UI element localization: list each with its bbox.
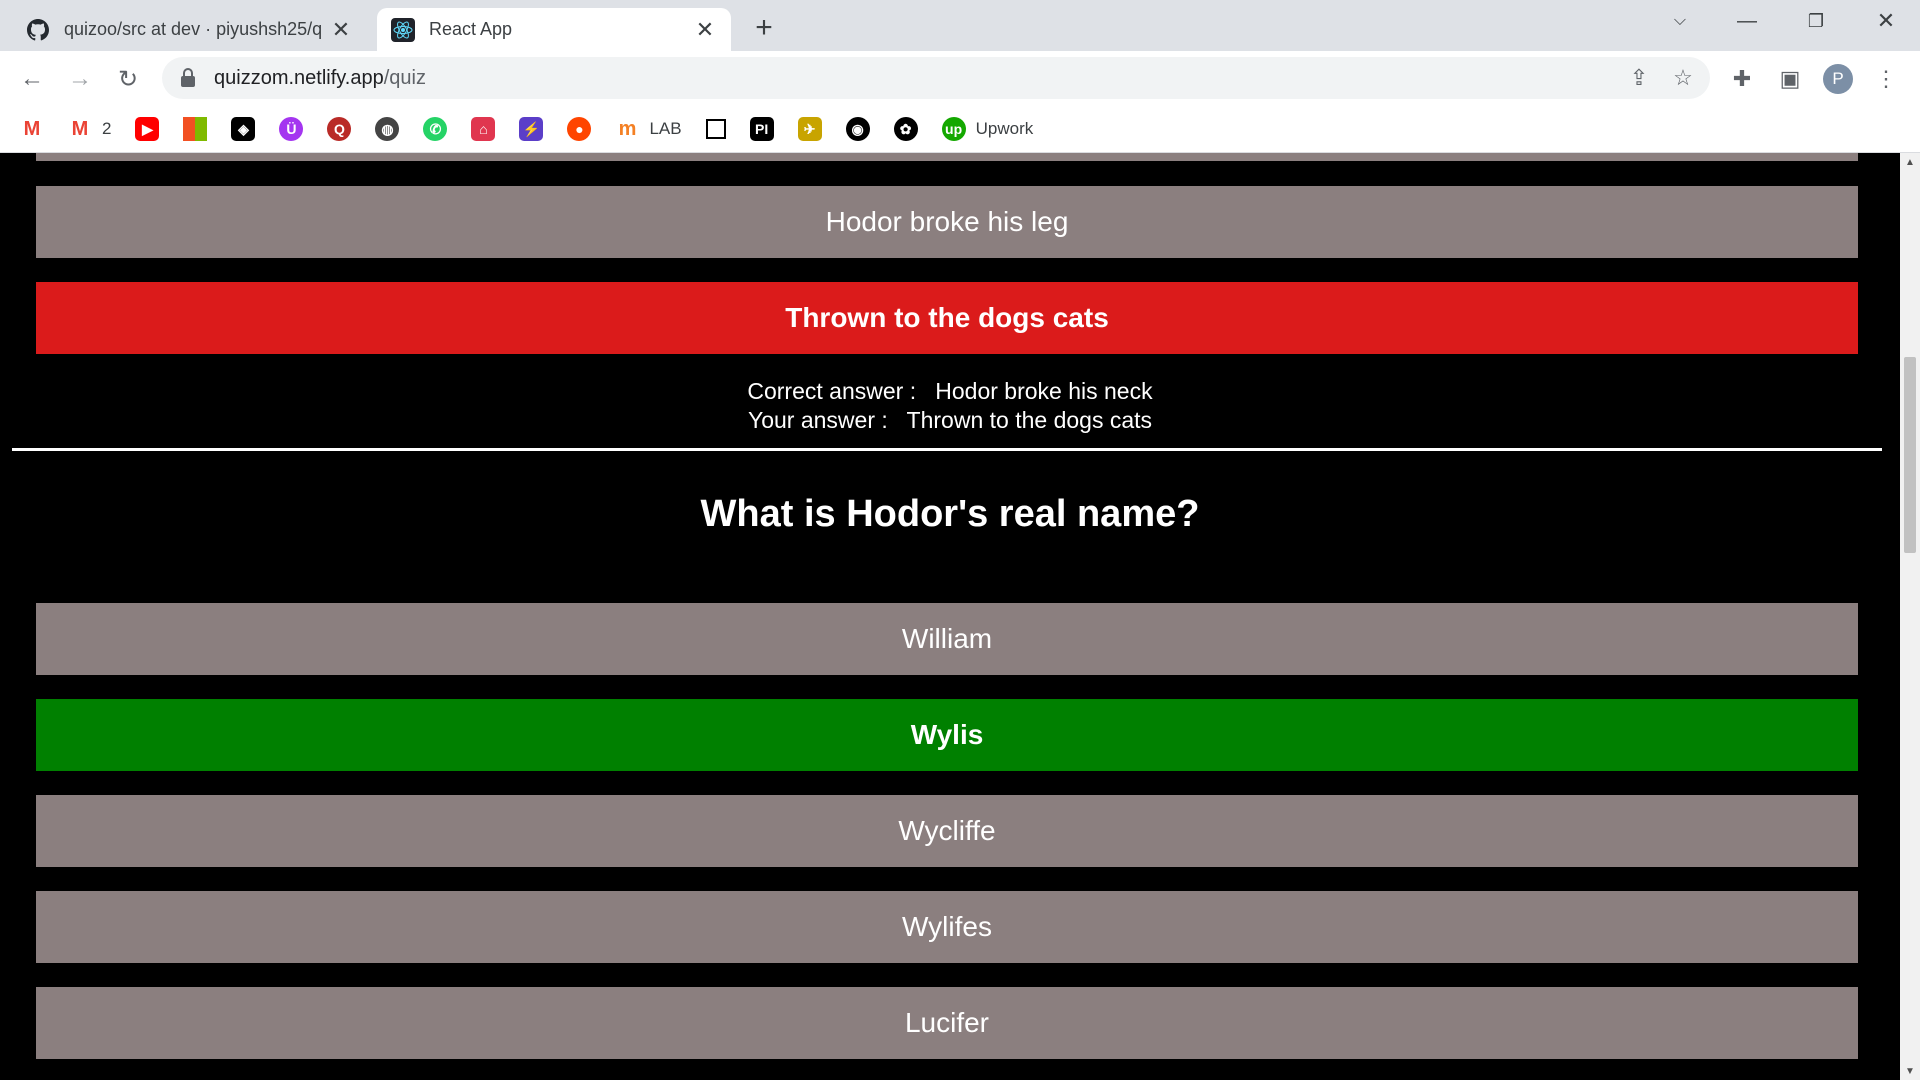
url-host: quizzom.netlify.app	[214, 66, 384, 89]
correct-answer-line: Correct answer : Hodor broke his neck	[0, 377, 1900, 406]
scrollbar-thumb[interactable]	[1904, 357, 1916, 553]
url-path: /quiz	[383, 66, 426, 89]
bookmark-item[interactable]	[705, 119, 726, 139]
codepen-icon: ◈	[231, 117, 256, 141]
bookmark-item[interactable]: ◈	[231, 117, 256, 141]
option-button[interactable]: Lucifer	[36, 987, 1858, 1059]
option-button[interactable]: Thrown to the dogs cats	[36, 282, 1858, 354]
tab-title: React App	[429, 19, 513, 39]
forward-icon[interactable]: →	[64, 63, 96, 95]
react-icon	[391, 17, 415, 42]
reload-icon[interactable]: ↻	[112, 63, 144, 95]
youtube-icon: ▶	[135, 117, 160, 141]
your-answer-label: Your answer :	[747, 407, 888, 433]
github-icon: ◉	[845, 117, 870, 141]
bookmark-item[interactable]: up Upwork	[941, 117, 1034, 141]
bookmark-item[interactable]: ●	[567, 117, 592, 141]
whatsapp-icon: ✆	[423, 117, 448, 141]
pi-icon: PI	[749, 117, 774, 141]
bookmark-item[interactable]: ⚡	[519, 117, 544, 141]
bookmark-item[interactable]	[183, 117, 208, 141]
address-bar[interactable]: quizzom.netlify.app/quiz ⇪ ☆	[162, 57, 1710, 99]
question-title: What is Hodor's real name?	[700, 493, 1200, 535]
bookmark-item[interactable]: Q	[327, 117, 352, 141]
tab-search-icon[interactable]: ⌵	[1650, 0, 1710, 42]
option-button-partial[interactable]	[36, 153, 1858, 161]
bookmark-label: 2	[102, 119, 112, 138]
bolt-icon: ⚡	[519, 117, 544, 141]
bookmark-item[interactable]: ◍	[375, 117, 400, 141]
close-tab-icon[interactable]: ✕	[329, 17, 353, 42]
bookmark-item[interactable]: ⌂	[471, 117, 496, 141]
close-tab-icon[interactable]: ✕	[693, 17, 717, 42]
option-button[interactable]: Wycliffe	[36, 795, 1858, 867]
globe-icon: ◍	[375, 117, 400, 141]
your-answer-value: Thrown to the dogs cats	[906, 407, 1153, 433]
browser-toolbar: ← → ↻ quizzom.netlify.app/quiz ⇪ ☆ ✚ ▣ P…	[0, 51, 1920, 106]
bookmarks-bar: M M 2 ▶ ◈ Ü Q ◍ ✆ ⌂ ⚡ ● m LAB PI ✈ ◉ ✿ up Upwork	[0, 106, 1920, 153]
upwork-icon: up	[941, 117, 966, 141]
your-answer-line: Your answer : Thrown to the dogs cats	[0, 406, 1900, 435]
share-icon[interactable]: ⇪	[1626, 65, 1652, 91]
side-panel-icon[interactable]: ▣	[1776, 65, 1804, 93]
minimize-icon[interactable]: —	[1717, 0, 1777, 42]
new-tab-button[interactable]: +	[748, 11, 780, 44]
bookmark-item[interactable]: PI	[749, 117, 774, 141]
answer-summary: Correct answer : Hodor broke his neck Yo…	[0, 377, 1900, 435]
option-button[interactable]: Hodor broke his leg	[36, 186, 1858, 258]
avatar[interactable]: P	[1823, 64, 1853, 94]
option-button[interactable]: William	[36, 603, 1858, 675]
scrollbar[interactable]: ▲ ▼	[1900, 153, 1920, 1080]
bookmark-item[interactable]: ✿	[893, 117, 918, 141]
lock-icon	[180, 68, 198, 88]
tab-title: quizoo/src at dev · piyushsh25/q	[64, 19, 323, 39]
gmail-icon: M	[71, 117, 89, 140]
correct-answer-label: Correct answer :	[747, 378, 917, 404]
bookmark-item[interactable]: ▶	[135, 117, 160, 141]
quora-icon: Q	[327, 117, 352, 141]
back-icon[interactable]: ←	[16, 63, 48, 95]
url-text: quizzom.netlify.app/quiz	[214, 67, 426, 90]
bookmark-star-icon[interactable]: ☆	[1670, 65, 1696, 91]
option-button[interactable]: Wylifes	[36, 891, 1858, 963]
quiz-page: Hodor broke his leg Thrown to the dogs c…	[0, 153, 1900, 1080]
tab-strip: quizoo/src at dev · piyushsh25/q ✕ React…	[0, 0, 1920, 51]
bookmark-item[interactable]: m LAB	[615, 117, 682, 141]
tab-react-app[interactable]: React App ✕	[377, 8, 731, 51]
app-icon: ⌂	[471, 117, 496, 141]
reddit-icon: ●	[567, 117, 592, 141]
scroll-up-arrow-icon[interactable]: ▲	[1900, 153, 1920, 171]
extensions-icon[interactable]: ✚	[1728, 65, 1756, 93]
bookmark-item[interactable]: M2	[68, 117, 112, 141]
udemy-icon: Ü	[279, 117, 304, 141]
square-icon	[705, 119, 726, 139]
menu-icon[interactable]: ⋮	[1872, 65, 1900, 93]
tab-github[interactable]: quizoo/src at dev · piyushsh25/q ✕	[12, 8, 367, 51]
correct-answer-value: Hodor broke his neck	[935, 378, 1153, 404]
option-button[interactable]: Wylis	[36, 699, 1858, 771]
bookmark-item[interactable]: ◉	[845, 117, 870, 141]
bookmark-label: LAB	[649, 119, 682, 138]
bookmark-label: Upwork	[975, 119, 1034, 138]
openai-icon: ✿	[893, 117, 918, 141]
divider	[12, 448, 1882, 451]
github-icon	[26, 18, 50, 42]
microsoft-icon	[183, 117, 208, 141]
bookmark-item[interactable]: ✆	[423, 117, 448, 141]
scroll-down-arrow-icon[interactable]: ▼	[1900, 1062, 1920, 1080]
close-window-icon[interactable]: ✕	[1856, 0, 1916, 42]
restore-icon[interactable]: ❐	[1786, 0, 1846, 42]
bird-icon: ✈	[797, 117, 822, 141]
bookmark-item[interactable]: ✈	[797, 117, 822, 141]
lab-icon: m	[618, 117, 637, 140]
bookmark-item[interactable]: M	[20, 117, 44, 141]
gmail-icon: M	[23, 117, 41, 140]
bookmark-item[interactable]: Ü	[279, 117, 304, 141]
